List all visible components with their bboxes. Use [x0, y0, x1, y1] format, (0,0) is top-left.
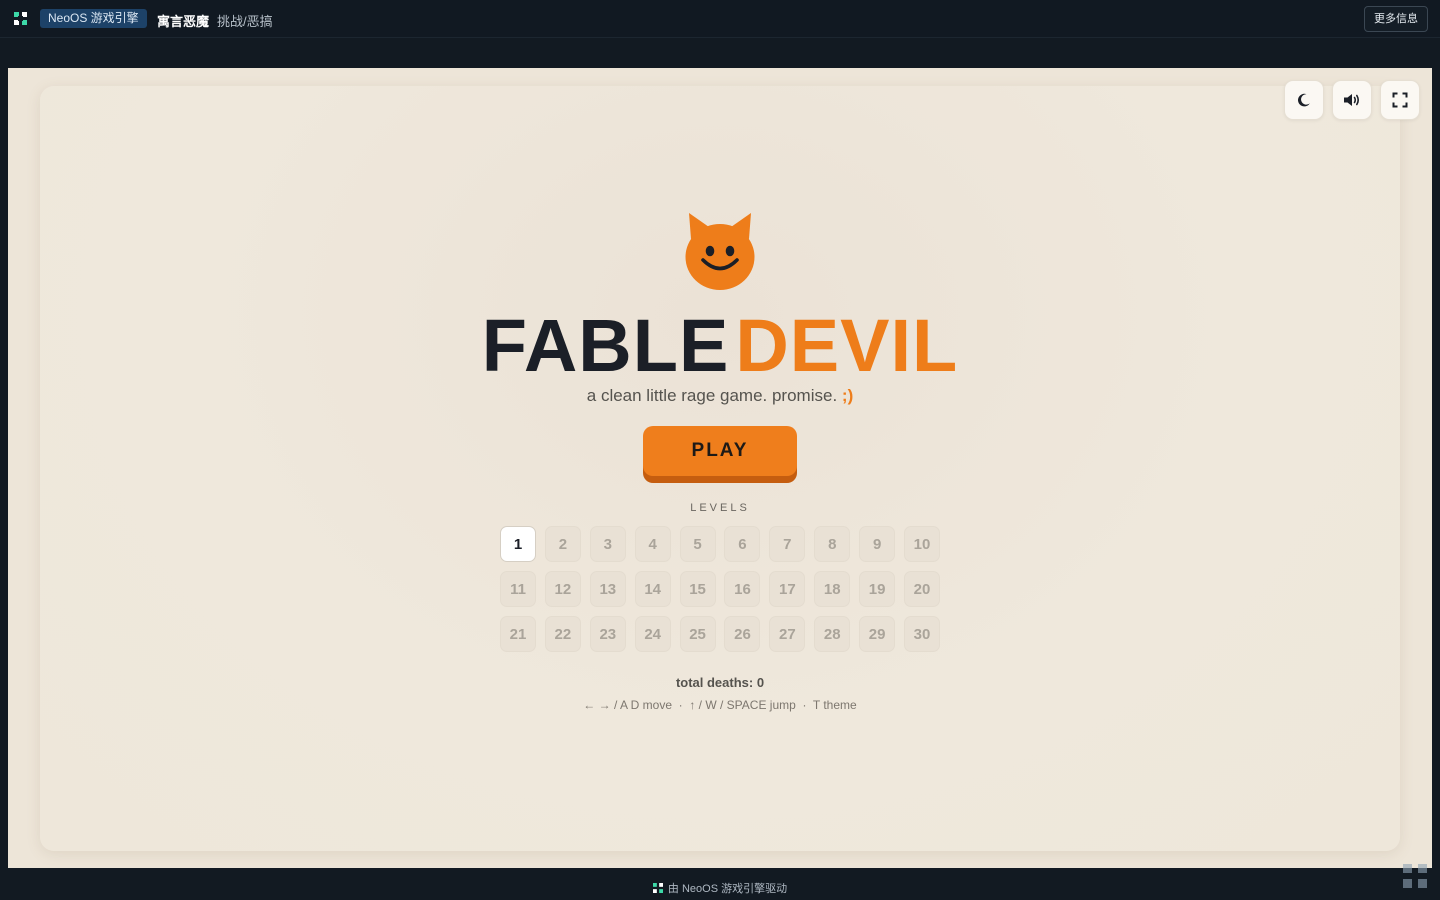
- neoos-logo-icon: [14, 12, 27, 25]
- level-button-24[interactable]: 24: [634, 616, 671, 652]
- controls-hint: ← → / A D move · ↑ / W / SPACE jump · T …: [583, 698, 857, 712]
- neoos-footer-logo-icon: [652, 883, 663, 893]
- play-button[interactable]: PLAY: [643, 426, 797, 476]
- level-button-28[interactable]: 28: [814, 616, 851, 652]
- tagline-wink: ;): [841, 386, 854, 405]
- level-button-12[interactable]: 12: [544, 571, 581, 607]
- level-button-30[interactable]: 30: [904, 616, 941, 652]
- level-button-26[interactable]: 26: [724, 616, 761, 652]
- level-button-14[interactable]: 14: [634, 571, 671, 607]
- fullscreen-button[interactable]: [1380, 80, 1420, 120]
- level-button-3[interactable]: 3: [589, 526, 626, 562]
- footer: 由 NeoOS 游戏引擎驱动: [0, 880, 1440, 896]
- title-devil: DEVIL: [735, 304, 959, 387]
- game-logo-title: FABLEDEVIL: [8, 306, 1432, 386]
- tagline-text: a clean little rage game. promise.: [586, 386, 838, 405]
- level-button-13[interactable]: 13: [589, 571, 626, 607]
- more-info-button[interactable]: 更多信息: [1364, 6, 1428, 32]
- level-button-23[interactable]: 23: [589, 616, 626, 652]
- level-button-19[interactable]: 19: [859, 571, 896, 607]
- game-stage: FABLEDEVIL a clean little rage game. pro…: [8, 68, 1432, 868]
- level-button-16[interactable]: 16: [724, 571, 761, 607]
- level-button-18[interactable]: 18: [814, 571, 851, 607]
- total-deaths: total deaths: 0: [675, 675, 765, 690]
- footer-text: 由 NeoOS 游戏引擎驱动: [667, 883, 788, 895]
- level-button-29[interactable]: 29: [859, 616, 896, 652]
- theme-toggle-button[interactable]: [1284, 80, 1324, 120]
- level-button-8[interactable]: 8: [814, 526, 851, 562]
- top-bar: NeoOS 游戏引擎 寓言恶魔 挑战/恶搞 更多信息: [0, 0, 1440, 38]
- level-grid: 1 2 3 4 5 6 7 8 9 10 11 12 13 14 15 16 17 18 19 20 21 22 23 24 2…: [500, 526, 942, 652]
- level-button-21[interactable]: 21: [500, 616, 536, 652]
- game-title: 寓言恶魔: [157, 14, 210, 29]
- level-button-11[interactable]: 11: [500, 571, 536, 607]
- level-button-15[interactable]: 15: [679, 571, 716, 607]
- level-button-9[interactable]: 9: [859, 526, 896, 562]
- speaker-icon: [1344, 94, 1359, 106]
- tagline: a clean little rage game. promise. ;): [8, 386, 1432, 406]
- level-button-2[interactable]: 2: [544, 526, 581, 562]
- level-button-10[interactable]: 10: [904, 526, 941, 562]
- level-button-7[interactable]: 7: [769, 526, 806, 562]
- engine-badge[interactable]: NeoOS 游戏引擎: [40, 9, 147, 28]
- level-button-25[interactable]: 25: [679, 616, 716, 652]
- level-button-5[interactable]: 5: [679, 526, 716, 562]
- level-button-4[interactable]: 4: [634, 526, 671, 562]
- level-button-17[interactable]: 17: [769, 571, 806, 607]
- level-button-22[interactable]: 22: [544, 616, 581, 652]
- level-button-20[interactable]: 20: [904, 571, 941, 607]
- fullscreen-icon: [1392, 92, 1408, 108]
- title-fable: FABLE: [481, 304, 730, 387]
- devil-mascot-icon: [685, 213, 755, 290]
- neoos-corner-icon[interactable]: [1401, 862, 1429, 890]
- level-button-1[interactable]: 1: [500, 526, 536, 562]
- levels-label: LEVELS: [690, 502, 750, 514]
- level-button-27[interactable]: 27: [769, 616, 806, 652]
- level-button-6[interactable]: 6: [724, 526, 761, 562]
- sound-toggle-button[interactable]: [1332, 80, 1372, 120]
- moon-icon: [1298, 93, 1310, 107]
- game-genre: 挑战/恶搞: [217, 14, 273, 29]
